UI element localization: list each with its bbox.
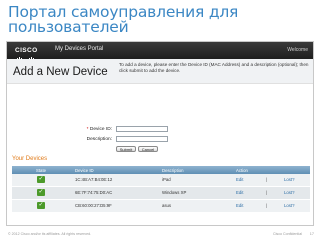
slide-page-number: 17 [309,232,314,236]
slide-footer-confidential: Cisco Confidential [273,232,302,236]
slide-title: Портал самоуправления для пользователей [8,3,239,36]
column-header-device-id: Device ID [75,168,94,173]
add-device-title: Add a New Device [13,66,108,78]
device-id-input[interactable] [116,126,168,132]
device-id-cell: 6E:7F:74:75:D0:AC [75,190,113,195]
column-header-action: Action [236,168,248,173]
column-header-state: State [36,168,47,173]
table-row: ✓ 1C:4B:A7:B4:0E:12 iPad Edit | Lost? [12,174,310,187]
description-label: Description: [86,137,112,142]
lost-link[interactable]: Lost? [284,203,295,208]
column-header-description: Description [162,168,184,173]
portal-name: My Devices Portal [55,46,104,52]
action-separator: | [266,177,268,182]
description-cell: Windows XP [162,190,187,195]
action-separator: | [266,203,268,208]
device-id-label: * Device ID: [52,127,112,132]
submit-button[interactable]: Submit [116,146,136,152]
welcome-text: Welcome [287,47,308,53]
table-row: ✓ CB:60:00:27:D5:9F asus Edit | Lost? [12,200,310,213]
state-check-icon: ✓ [37,202,45,209]
required-mark: * [86,127,89,132]
description-cell: iPad [162,177,171,182]
portal-screenshot: CISCO My Devices Portal Welcome Add a Ne… [6,41,314,226]
lost-link[interactable]: Lost? [284,190,295,195]
state-check-icon: ✓ [37,176,45,183]
cancel-button[interactable]: Cancel [138,146,158,152]
edit-link[interactable]: Edit [236,177,243,182]
cisco-logo-text: CISCO [15,47,38,54]
edit-link[interactable]: Edit [236,190,243,195]
description-input[interactable] [116,136,168,142]
action-separator: | [266,190,268,195]
portal-header: CISCO My Devices Portal Welcome [7,42,313,61]
description-cell: asus [162,203,172,208]
your-devices-title: Your Devices [12,156,48,162]
state-check-icon: ✓ [37,189,45,196]
slide-footer-copyright: © 2012 Cisco and/or its affiliates. All … [8,232,92,236]
table-row: ✓ 6E:7F:74:75:D0:AC Windows XP Edit | Lo… [12,187,310,200]
add-device-instructions: To add a device, please enter the Device… [119,62,309,73]
device-id-cell: 1C:4B:A7:B4:0E:12 [75,177,113,182]
edit-link[interactable]: Edit [236,203,243,208]
devices-table-header: State Device ID Description Action [12,166,310,174]
device-id-label-text: Device ID: [89,127,112,132]
device-id-cell: CB:60:00:27:D5:9F [75,203,112,208]
lost-link[interactable]: Lost? [284,177,295,182]
